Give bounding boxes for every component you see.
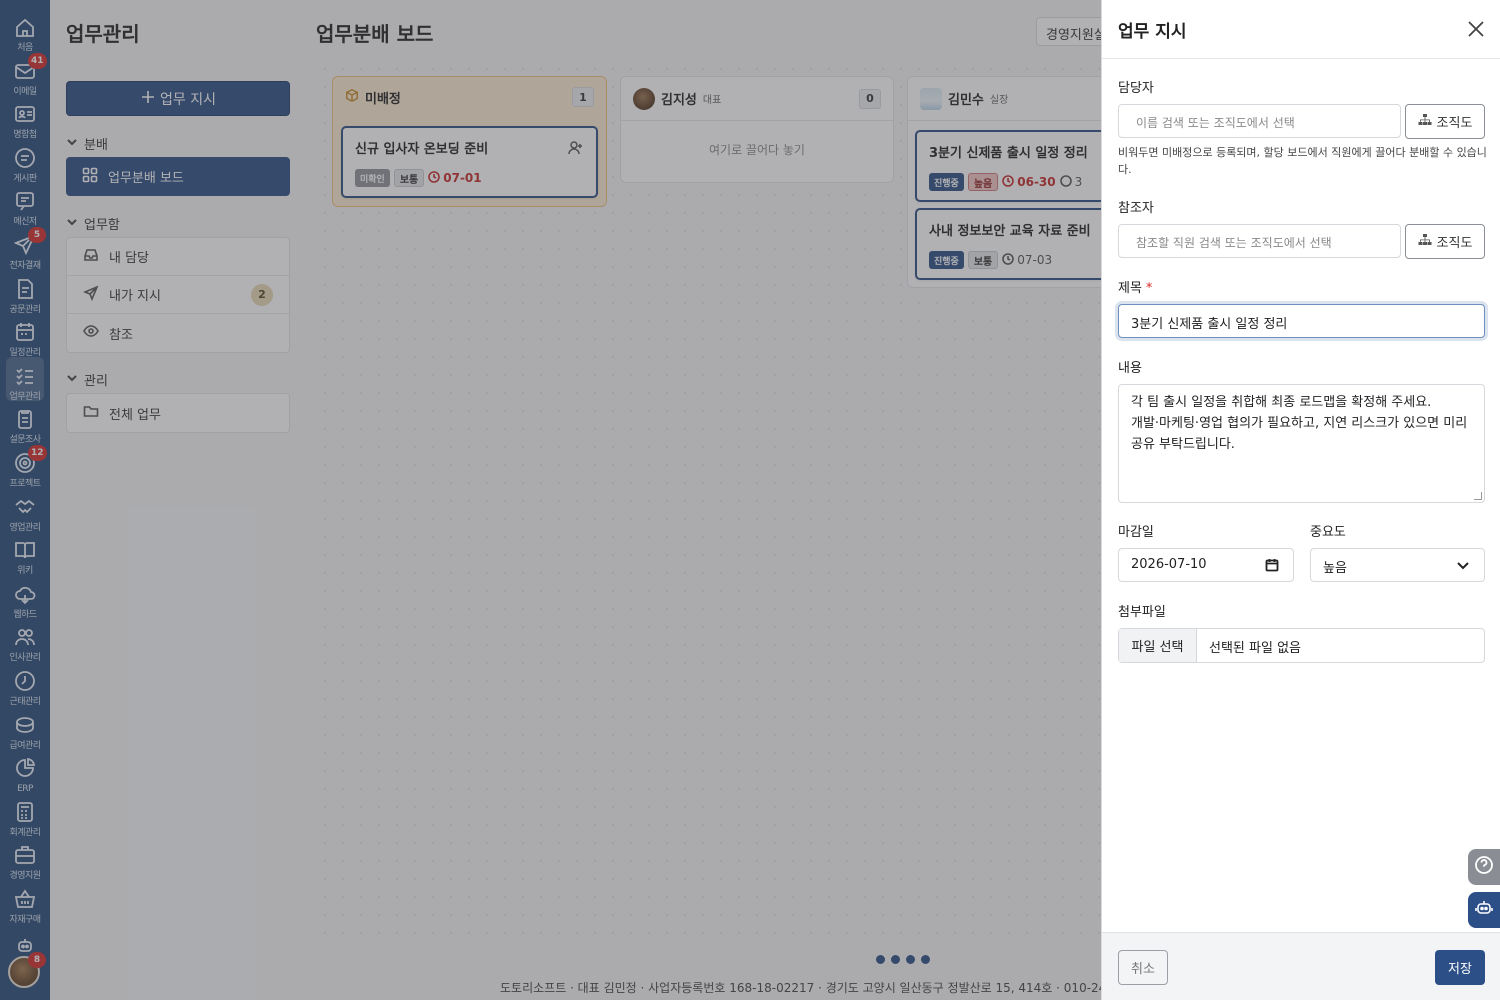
resize-handle[interactable]	[1474, 492, 1482, 500]
due-label: 마감일	[1118, 525, 1154, 540]
assign-task-drawer: 업무 지시 담당자 이름 검색 또는 조직도에서 선택 조직도 비워두면 미배정…	[1101, 0, 1500, 1000]
cc-label: 참조자	[1118, 201, 1154, 216]
org-chart-label: 조직도	[1436, 116, 1473, 131]
attach-label: 첨부파일	[1118, 605, 1166, 620]
subject-input[interactable]: 3분기 신제품 출시 일정 정리	[1118, 304, 1485, 338]
save-button[interactable]: 저장	[1435, 950, 1485, 985]
subject-label-text: 제목	[1118, 281, 1142, 296]
priority-select[interactable]: 높음	[1310, 548, 1485, 582]
assignee-org-chart-button[interactable]: 조직도	[1405, 104, 1485, 139]
due-date-input[interactable]: 2026-07-10	[1118, 548, 1294, 582]
priority-value: 높음	[1323, 561, 1347, 576]
drawer-footer: 취소 저장	[1102, 932, 1500, 1000]
content-line: 각 팀 출시 일정을 취합해 최종 로드맵을 확정해 주세요.	[1131, 395, 1432, 410]
assignee-label: 담당자	[1118, 81, 1154, 96]
org-chart-icon	[1418, 113, 1432, 131]
modal-backdrop[interactable]	[0, 0, 1101, 1000]
assignee-hint: 비워두면 미배정으로 등록되며, 할당 보드에서 직원에게 끌어다 분배할 수 …	[1118, 146, 1487, 176]
cancel-button[interactable]: 취소	[1118, 950, 1168, 985]
content-line: 개발·마케팅·영업 협의가 필요하고, 지연 리스크가 있으면 미리	[1131, 416, 1468, 431]
subject-label: 제목 *	[1118, 277, 1152, 296]
close-icon[interactable]	[1466, 19, 1486, 39]
chatbot-button[interactable]	[1468, 892, 1500, 928]
content-line: 공유 부탁드립니다.	[1131, 437, 1235, 452]
required-mark: *	[1145, 281, 1153, 296]
cc-org-chart-button[interactable]: 조직도	[1405, 224, 1485, 259]
drawer-header: 업무 지시	[1102, 0, 1500, 59]
drawer-title: 업무 지시	[1118, 21, 1187, 42]
file-select-button[interactable]: 파일 선택	[1119, 629, 1197, 662]
chevron-down-icon	[1456, 558, 1470, 576]
priority-label: 중요도	[1310, 525, 1346, 540]
assignee-input[interactable]: 이름 검색 또는 조직도에서 선택	[1118, 104, 1401, 138]
robot-icon	[1474, 898, 1494, 922]
content-label: 내용	[1118, 361, 1142, 376]
calendar-icon[interactable]	[1265, 558, 1279, 576]
file-status: 선택된 파일 없음	[1209, 641, 1301, 656]
help-button[interactable]	[1468, 849, 1500, 885]
question-icon	[1474, 855, 1494, 879]
cc-input[interactable]: 참조할 직원 검색 또는 조직도에서 선택	[1118, 224, 1401, 258]
content-textarea[interactable]: 각 팀 출시 일정을 취합해 최종 로드맵을 확정해 주세요. 개발·마케팅·영…	[1118, 384, 1485, 503]
org-chart-label: 조직도	[1436, 236, 1473, 251]
file-input[interactable]: 파일 선택 선택된 파일 없음	[1118, 628, 1485, 663]
org-chart-icon	[1418, 233, 1432, 251]
due-date-value: 2026-07-10	[1131, 557, 1207, 572]
